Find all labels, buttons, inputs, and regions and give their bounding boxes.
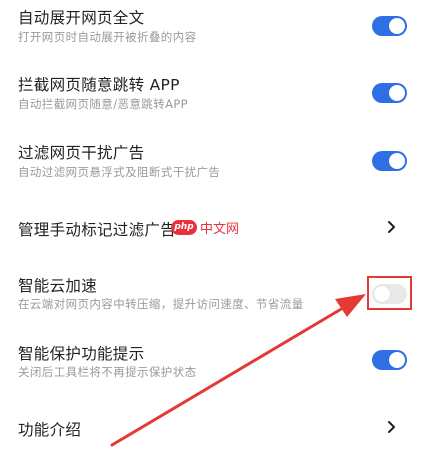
filter-ads-toggle[interactable]	[372, 151, 407, 171]
protection-hint-toggle[interactable]	[372, 350, 407, 370]
watermark-badge: php	[171, 219, 197, 235]
chevron-right-icon	[388, 421, 395, 433]
setting-subtitle: 自动过滤网页悬浮式及阻断式干扰广告	[18, 165, 221, 179]
toggle-knob	[389, 352, 405, 368]
watermark-logo: php 中文网	[171, 218, 240, 237]
setting-title: 功能介绍	[18, 421, 82, 439]
settings-screen: 自动展开网页全文 打开网页时自动展开被折叠的内容 拦截网页随意跳转 APP 自动…	[0, 0, 424, 462]
setting-subtitle: 关闭后工具栏将不再提示保护状态	[18, 365, 197, 379]
toggle-knob	[389, 85, 405, 101]
setting-subtitle: 打开网页时自动展开被折叠的内容	[18, 30, 197, 44]
setting-title: 过滤网页干扰广告	[18, 144, 145, 162]
annotation-highlight-box	[367, 276, 412, 310]
toggle-knob	[389, 153, 405, 169]
setting-title: 智能云加速	[18, 277, 98, 295]
setting-row-cloud-acceleration[interactable]: 智能云加速 在云端对网页内容中转压缩，提升访问速度、节省流量	[0, 270, 424, 320]
setting-title: 自动展开网页全文	[18, 9, 145, 27]
setting-row-filter-ads[interactable]: 过滤网页干扰广告 自动过滤网页悬浮式及阻断式干扰广告	[0, 134, 424, 194]
setting-title: 管理手动标记过滤广告	[18, 221, 177, 239]
toggle-knob	[389, 18, 405, 34]
setting-subtitle: 自动拦截网页随意/恶意跳转APP	[18, 97, 189, 111]
watermark-text: 中文网	[200, 221, 240, 237]
setting-row-protection-hint[interactable]: 智能保护功能提示 关闭后工具栏将不再提示保护状态	[0, 338, 424, 386]
setting-row-feature-intro[interactable]: 功能介绍	[0, 410, 424, 450]
setting-title: 拦截网页随意跳转 APP	[18, 76, 180, 94]
setting-subtitle: 在云端对网页内容中转压缩，提升访问速度、节省流量	[18, 297, 304, 311]
chevron-right-icon	[388, 221, 395, 233]
setting-row-block-app-jump[interactable]: 拦截网页随意跳转 APP 自动拦截网页随意/恶意跳转APP	[0, 66, 424, 126]
block-app-jump-toggle[interactable]	[372, 83, 407, 103]
setting-title: 智能保护功能提示	[18, 345, 145, 363]
setting-row-auto-expand[interactable]: 自动展开网页全文 打开网页时自动展开被折叠的内容	[0, 0, 424, 58]
auto-expand-toggle[interactable]	[372, 16, 407, 36]
